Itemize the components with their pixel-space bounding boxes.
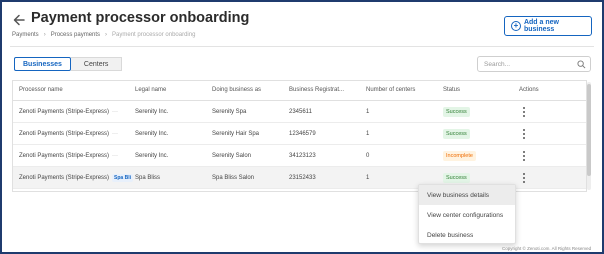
search-icon	[577, 60, 586, 69]
legal-name: Serenity Inc.	[135, 153, 169, 159]
add-business-button[interactable]: + Add a new business	[504, 16, 592, 36]
table-row[interactable]: Zenoti Payments (Stripe-Express) ··· Sere…	[13, 123, 586, 145]
scrollbar-thumb[interactable]	[587, 84, 591, 176]
doing-business-as: Serenity Salon	[212, 153, 252, 159]
processor-name: Zenoti Payments (Stripe-Express) Spa Bli	[19, 174, 133, 182]
breadcrumb-separator: ›	[43, 32, 46, 38]
header-divider	[10, 46, 594, 47]
view-tabs: Businesses Centers	[14, 57, 123, 71]
column-header-centers: Number of centers	[366, 87, 416, 93]
registration-number: 34123123	[289, 153, 316, 159]
breadcrumb: Payments › Process payments › Payment pr…	[12, 32, 195, 38]
center-count: 0	[366, 153, 370, 159]
tab-businesses[interactable]: Businesses	[14, 57, 71, 71]
breadcrumb-separator: ›	[105, 32, 108, 38]
doing-business-as: Serenity Hair Spa	[212, 131, 260, 137]
doing-business-as: Serenity Spa	[212, 109, 247, 115]
row-actions-kebab-icon[interactable]	[521, 172, 527, 184]
business-chip: Spa Bli	[112, 174, 133, 182]
column-header-dba: Doing business as	[212, 87, 262, 93]
legal-name: Spa Bliss	[135, 175, 161, 181]
legal-name: Serenity Inc.	[135, 109, 169, 115]
table-row[interactable]: Zenoti Payments (Stripe-Express) ··· Sere…	[13, 101, 586, 123]
breadcrumb-process-payments[interactable]: Process payments	[51, 32, 100, 38]
registration-number: 23152433	[289, 175, 316, 181]
processor-name: Zenoti Payments (Stripe-Express) ···	[19, 153, 119, 159]
status-badge: Success	[443, 173, 470, 183]
legal-name: Serenity Inc.	[135, 131, 169, 137]
page-title: Payment processor onboarding	[31, 10, 250, 26]
processor-name: Zenoti Payments (Stripe-Express) ···	[19, 109, 119, 115]
breadcrumb-payments[interactable]: Payments	[12, 32, 39, 38]
center-count: 1	[366, 175, 370, 181]
center-count: 1	[366, 131, 370, 137]
status-badge: Success	[443, 129, 470, 139]
registration-number: 2345611	[289, 109, 312, 115]
column-header-legal-name: Legal name	[135, 87, 167, 93]
table-header: Processor name Legal name Doing business…	[13, 81, 586, 101]
menu-item-delete-business[interactable]: Delete business	[419, 225, 515, 245]
table-row[interactable]: Zenoti Payments (Stripe-Express) ··· Sere…	[13, 145, 586, 167]
column-header-actions: Actions	[519, 87, 539, 93]
table-scrollbar[interactable]	[587, 82, 591, 190]
breadcrumb-current: Payment processor onboarding	[112, 32, 196, 38]
copyright-footer: Copyright © Zenoti.com. All Rights Reser…	[502, 246, 592, 251]
column-header-processor: Processor name	[19, 87, 63, 93]
search-input[interactable]: Search...	[477, 56, 591, 72]
search-placeholder: Search...	[484, 60, 511, 68]
status-badge: Incomplete	[443, 151, 476, 161]
column-header-status: Status	[443, 87, 461, 93]
processor-name: Zenoti Payments (Stripe-Express) ···	[19, 131, 119, 137]
back-arrow-icon[interactable]	[12, 13, 26, 27]
row-actions-kebab-icon[interactable]	[521, 128, 527, 140]
column-header-registration: Business Registrat...	[289, 87, 345, 93]
doing-business-as: Spa Bliss Salon	[212, 175, 255, 181]
center-count: 1	[366, 109, 370, 115]
row-actions-menu: View business details View center config…	[418, 184, 516, 244]
menu-item-view-business-details[interactable]: View business details	[419, 185, 515, 205]
businesses-table: Processor name Legal name Doing business…	[12, 80, 587, 192]
row-actions-kebab-icon[interactable]	[521, 150, 527, 162]
menu-item-view-center-configurations[interactable]: View center configurations	[419, 205, 515, 225]
plus-circle-icon: +	[511, 21, 521, 31]
add-business-label: Add a new business	[523, 19, 559, 33]
tab-centers[interactable]: Centers	[70, 57, 123, 71]
app-frame: Payment processor onboarding Payments › …	[0, 0, 604, 254]
status-badge: Success	[443, 107, 470, 117]
registration-number: 12346579	[289, 131, 316, 137]
row-actions-kebab-icon[interactable]	[521, 106, 527, 118]
